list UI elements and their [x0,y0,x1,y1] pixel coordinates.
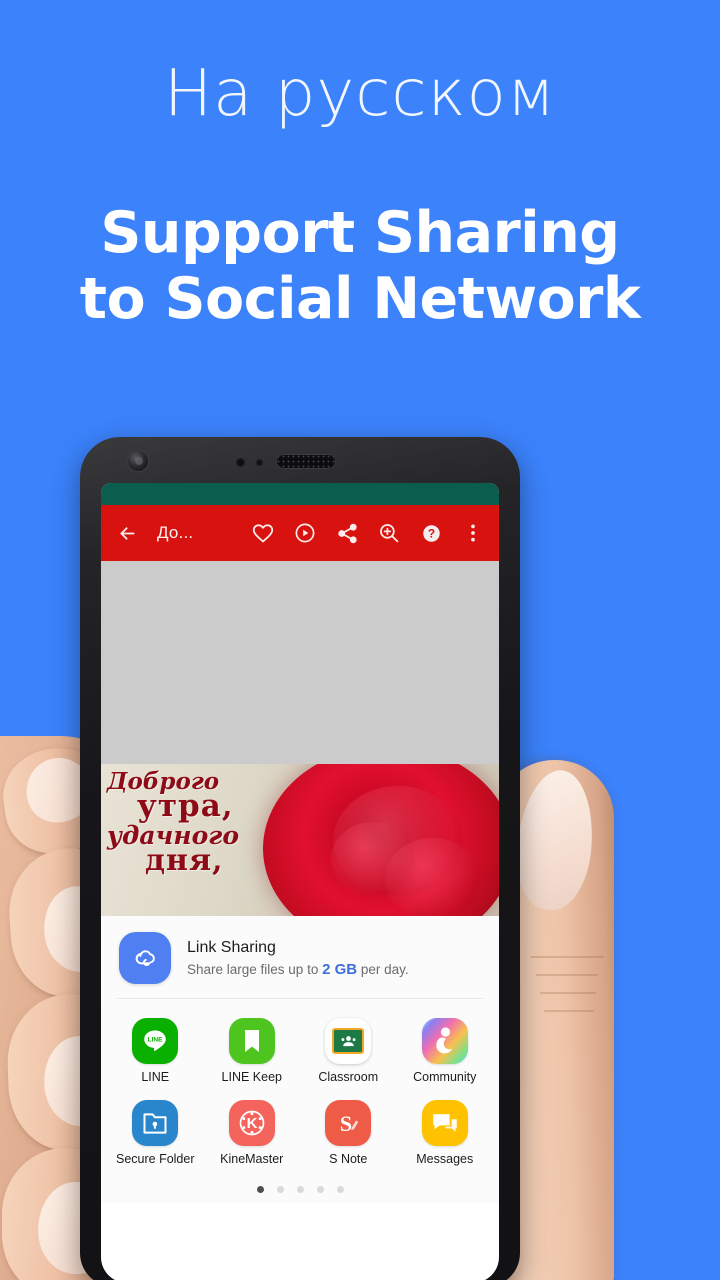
messages-icon [421,1099,468,1146]
s-note-icon: S [325,1099,372,1146]
page-dot[interactable] [276,1185,284,1193]
share-target-line-keep[interactable]: LINE Keep [204,1009,301,1091]
page-dot[interactable] [316,1185,324,1193]
link-sharing-subtitle: Share large files up to 2 GB per day. [187,961,409,978]
subtitle-highlight: 2 GB [322,960,358,978]
share-target-messages[interactable]: Messages [397,1091,494,1173]
phone-screen: До... ? Доброго утра, удачного дня, Link… [101,483,499,1280]
overflow-menu-icon[interactable] [453,511,493,555]
share-target-secure-folder[interactable]: Secure Folder [107,1091,204,1173]
status-bar [101,483,499,505]
link-sharing-text: Link Sharing Share large files up to 2 G… [187,939,409,978]
promo-headline-area: На русском Support Sharing to Social Net… [0,0,720,400]
subtitle-suffix: per day. [357,961,409,977]
headline-english: Support Sharing to Social Network [0,126,720,328]
share-app-grid: LINE LINE LINE Keep Classroom Community … [101,999,499,1175]
greeting-text: Доброго утра, удачного дня, [107,770,297,876]
app-label: Classroom [318,1070,379,1084]
greeting-line-4: дня, [145,842,224,878]
line-icon: LINE [132,1018,179,1064]
skin-crease [536,974,598,976]
svg-text:K: K [246,1115,257,1132]
play-icon[interactable] [285,511,325,555]
phone-top-bezel [80,437,520,483]
svg-text:?: ? [427,526,434,540]
share-target-classroom[interactable]: Classroom [300,1009,397,1091]
chalkboard-icon [332,1028,365,1054]
headline-english-line1: Support Sharing [100,200,620,266]
right-hand-thumb [496,760,720,1280]
app-bar-title: До... [157,523,194,542]
community-icon [421,1018,468,1064]
share-sheet: Link Sharing Share large files up to 2 G… [101,916,499,1203]
link-sharing-title: Link Sharing [187,938,276,956]
content-placeholder-area [101,561,499,764]
app-label: S Note [329,1151,368,1166]
link-sharing-row[interactable]: Link Sharing Share large files up to 2 G… [101,920,499,994]
svg-text:S: S [340,1111,352,1136]
secure-folder-icon [132,1099,179,1146]
skin-crease [530,956,604,958]
phone-device: До... ? Доброго утра, удачного дня, Link… [80,437,520,1280]
thumbnail-nail [510,766,600,914]
subtitle-prefix: Share large files up to [187,961,323,977]
app-label: LINE Keep [221,1070,282,1084]
share-target-community[interactable]: Community [397,1009,494,1091]
greeting-line-2: утра, [137,788,234,825]
help-icon[interactable]: ? [411,511,451,555]
favorite-icon[interactable] [243,511,283,555]
svg-text:LINE: LINE [148,1036,164,1043]
app-label: Secure Folder [115,1151,195,1166]
line-keep-icon [228,1018,275,1064]
classroom-icon [325,1018,372,1064]
sheet-bottom-padding [101,1193,499,1203]
app-label: Messages [416,1151,474,1166]
app-label: KineMaster [220,1151,284,1166]
skin-crease [540,992,596,994]
headline-english-line2: to Social Network [79,266,641,333]
light-sensor-icon [256,459,263,466]
share-target-s-note[interactable]: S S Note [300,1091,397,1173]
zoom-in-icon[interactable] [369,511,409,555]
share-target-line[interactable]: LINE LINE [107,1009,204,1091]
page-dot[interactable] [256,1185,264,1193]
app-label: Community [413,1070,477,1084]
rose-petal [385,838,481,916]
headline-russian: На русском [164,57,556,131]
page-dot[interactable] [296,1185,304,1193]
greeting-card-image[interactable]: Доброго утра, удачного дня, [101,764,499,916]
app-label: LINE [141,1070,170,1084]
share-sheet-pagination[interactable] [101,1175,499,1193]
page-dot[interactable] [336,1185,344,1193]
proximity-sensor-icon [236,458,245,467]
share-icon[interactable] [327,511,367,555]
kinemaster-icon: K [228,1099,275,1146]
app-bar: До... ? [101,505,499,561]
cloud-link-icon [119,932,171,984]
earpiece-speaker [276,454,336,469]
share-target-kinemaster[interactable]: K KineMaster [204,1091,301,1173]
skin-crease [544,1010,594,1012]
front-camera-icon [126,449,150,473]
back-arrow-icon[interactable] [107,511,147,555]
